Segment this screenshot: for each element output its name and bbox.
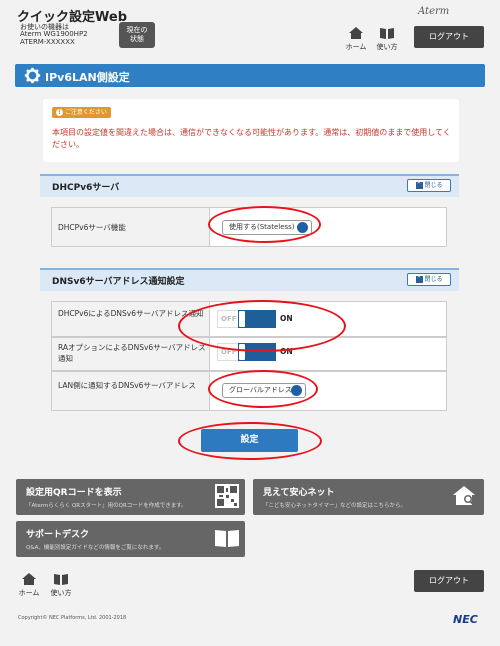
dns-close-label: 閉じる [424,276,443,283]
dns-close-button[interactable]: ^ 閉じる [407,273,451,286]
mieru-anshin-tile[interactable]: 見えて安心ネット 「こども安心ネットタイマー」などの設定はこちらから。 [253,479,484,515]
home-label: ホーム [345,43,367,51]
page-title: IPv6LAN側設定 [45,71,130,84]
qr-tile-title: 設定用QRコードを表示 [26,488,122,498]
footer-home-link[interactable]: ホーム [17,572,41,598]
home-search-icon [453,486,475,506]
chevron-up-icon: ^ [415,276,423,283]
guide-label: 使い方 [376,43,398,51]
device-model: Aterm WG1900HP2 [20,30,88,38]
footer-logout-button[interactable]: ログアウト [414,570,484,592]
support-tile-title: サポートデスク [26,530,90,540]
book-icon [54,574,68,585]
warning-badge: ! ご注意ください [52,107,111,118]
dhcp-close-label: 閉じる [424,182,443,189]
footer-guide-link[interactable]: 使い方 [49,572,73,598]
chevron-up-icon: ^ [415,182,423,189]
brand-logo: Aterm [418,6,450,17]
support-tile-sub: Q&A、機能別設定ガイドなどの情報をご覧になれます。 [26,545,165,551]
warning-badge-label: ご注意ください [64,109,107,116]
highlight-oval [208,206,321,243]
logout-button[interactable]: ログアウト [414,26,484,48]
qr-code-icon [215,484,239,508]
dns-ra-label: RAオプションによるDNSv6サーバアドレス通知 [58,343,206,363]
support-desk-tile[interactable]: サポートデスク Q&A、機能別設定ガイドなどの情報をご覧になれます。 [16,521,245,557]
warning-text: 本項目の設定値を間違えた場合は、通信ができなくなる可能性があります。通常は、初期… [52,128,451,149]
net-tile-sub: 「こども安心ネットタイマー」などの設定はこちらから。 [263,503,407,509]
dns-lan-label-cell [51,371,210,411]
dhcp-section-title: DHCPv6サーバ [52,183,120,193]
footer-guide-label: 使い方 [50,589,72,597]
copyright: Copyright© NEC Platforms, Ltd. 2001-2018 [18,615,127,621]
dhcp-row-label: DHCPv6サーバ機能 [58,223,126,232]
gear-icon [24,67,41,84]
guide-link[interactable]: 使い方 [375,26,399,52]
home-icon [349,27,363,39]
dhcp-close-button[interactable]: ^ 閉じる [407,179,451,192]
highlight-oval [208,370,318,408]
dns-section-title: DNSv6サーバアドレス通知設定 [52,277,185,287]
warning-icon: ! [56,109,63,116]
home-link[interactable]: ホーム [344,26,368,52]
device-id: ATERM-XXXXXX [20,38,75,46]
home-icon [22,573,36,585]
current-status-button[interactable]: 現在の 状態 [119,22,155,48]
book-icon [215,530,239,547]
nec-logo: NEC [453,613,478,626]
highlight-oval [178,300,346,352]
highlight-oval [178,422,322,460]
net-tile-title: 見えて安心ネット [263,488,335,498]
qr-tile-sub: 「Atermらくらく QRスタート」用のQRコードを作成できます。 [26,503,187,509]
book-icon [380,28,394,39]
qr-code-tile[interactable]: 設定用QRコードを表示 「Atermらくらく QRスタート」用のQRコードを作成… [16,479,245,515]
footer-home-label: ホーム [18,589,40,597]
dns-lan-label: LAN側に通知するDNSv6サーバアドレス [58,381,196,390]
